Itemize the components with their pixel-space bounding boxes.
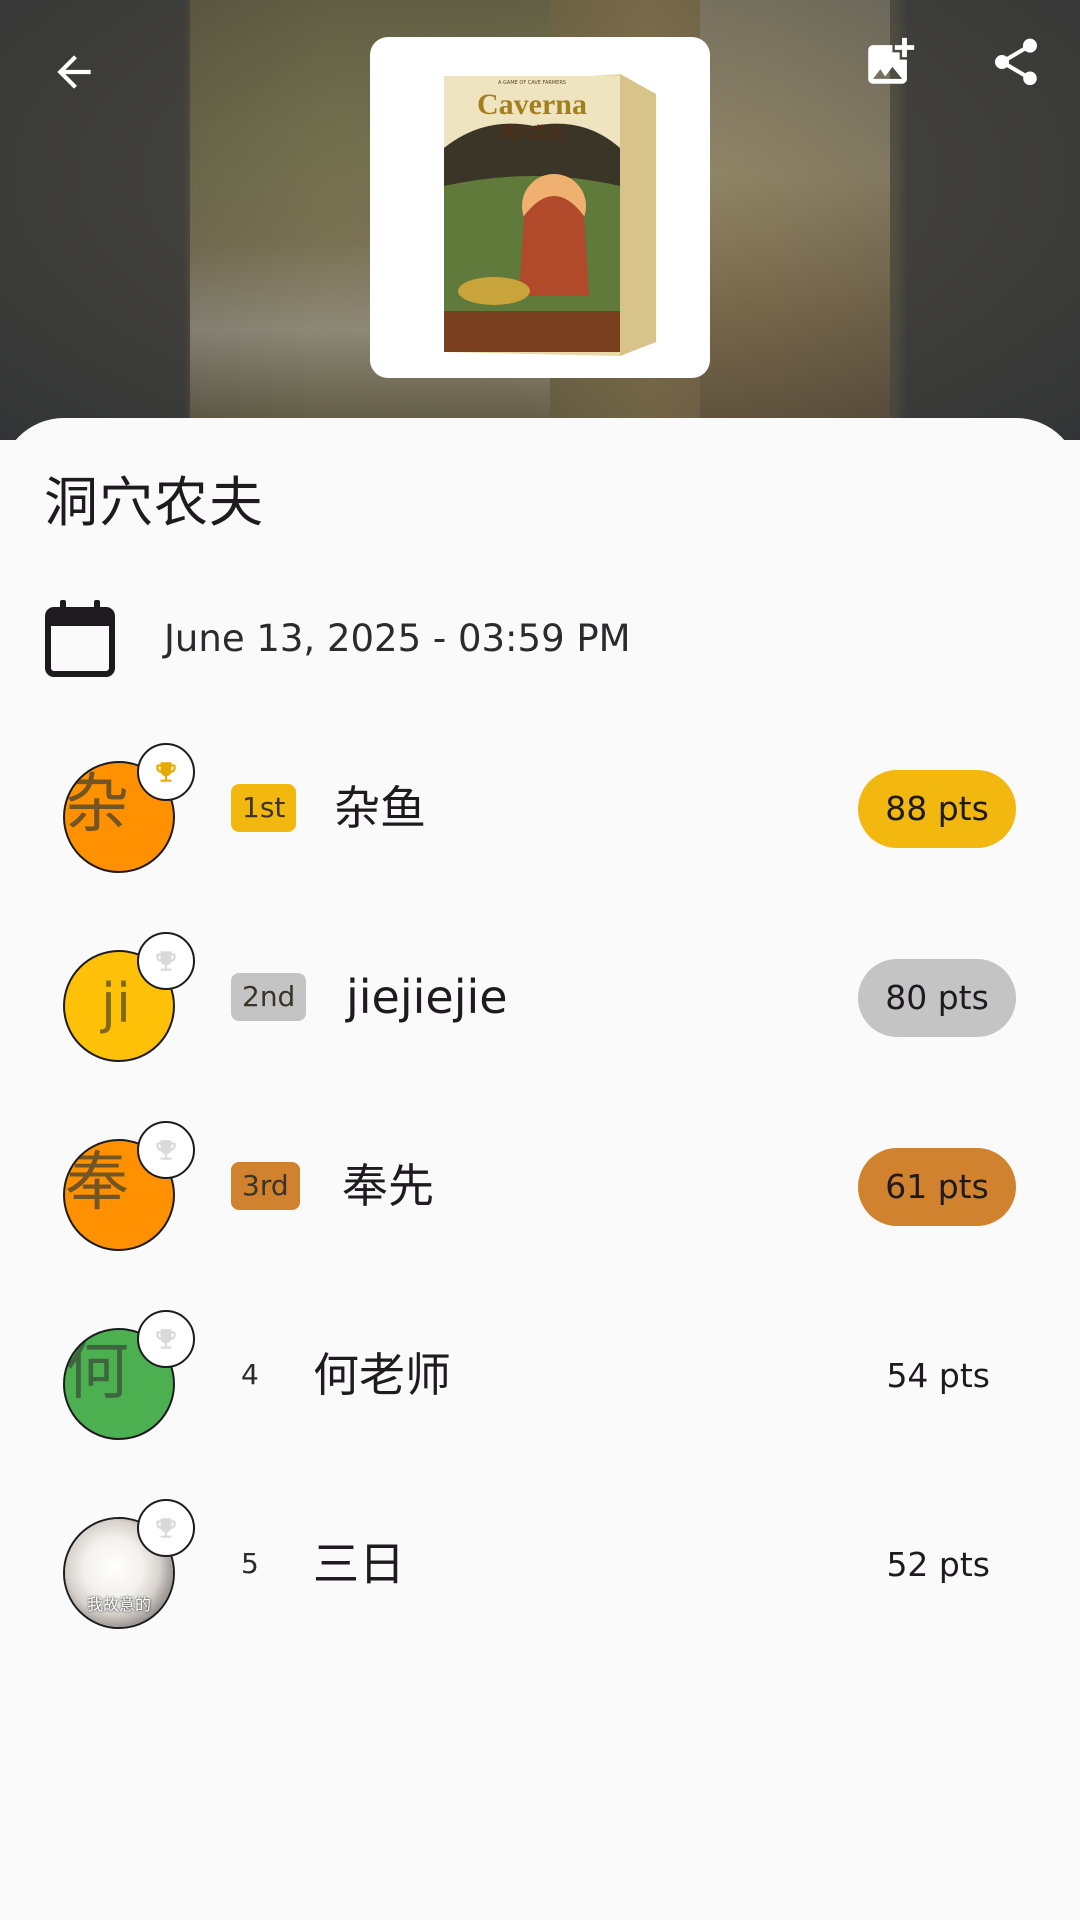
back-button[interactable] (38, 36, 110, 108)
header-banner: Caverna 洞穴農夫 A GAME OF CAVE FARMERS (0, 0, 1080, 440)
player-name: 何老师 (313, 1348, 451, 1402)
avatar-caption: 我故意的 (86, 1595, 151, 1614)
player-name: jiejiejie (346, 970, 508, 1024)
player-name: 奉先 (342, 1159, 434, 1213)
play-date: June 13, 2025 - 03:59 PM (164, 616, 631, 660)
player-row[interactable]: 奉 3rd 奉先 61 pts (0, 1096, 1080, 1285)
player-name: 杂鱼 (334, 781, 426, 835)
trophy-icon (137, 932, 195, 990)
player-row[interactable]: 杂 1st 杂鱼 88 pts (0, 718, 1080, 907)
game-title: 洞穴农夫 (44, 471, 264, 534)
player-name: 三日 (313, 1537, 405, 1591)
game-box-art: Caverna 洞穴農夫 A GAME OF CAVE FARMERS (444, 73, 656, 356)
trophy-icon (137, 1121, 195, 1179)
trophy-icon (137, 1310, 195, 1368)
rank-number: 4 (241, 1358, 259, 1391)
trophy-icon (137, 1499, 195, 1557)
score-text: 54 pts (886, 1356, 990, 1395)
score-text: 52 pts (886, 1545, 990, 1584)
trophy-icon (137, 743, 195, 801)
cover-tagline-text: A GAME OF CAVE FARMERS (498, 80, 566, 86)
game-detail-sheet: 洞穴农夫 June 13, 2025 - 03:59 PM 杂 1st 杂鱼 8… (0, 418, 1080, 1920)
rank-badge: 3rd (231, 1162, 300, 1210)
player-row[interactable]: 我故意的 5 三日 52 pts (0, 1474, 1080, 1663)
avatar-initial: ji (101, 972, 132, 1035)
add-image-button[interactable] (854, 26, 926, 98)
date-row[interactable]: June 13, 2025 - 03:59 PM (44, 598, 631, 678)
player-row[interactable]: ji 2nd jiejiejie 80 pts (0, 907, 1080, 1096)
share-button[interactable] (980, 26, 1052, 98)
cover-subtitle-text: 洞穴農夫 (500, 123, 564, 142)
avatar-initial: 何 (65, 1335, 129, 1409)
game-cover-card[interactable]: Caverna 洞穴農夫 A GAME OF CAVE FARMERS (370, 37, 710, 378)
score-pill: 88 pts (858, 770, 1016, 848)
score-pill: 61 pts (858, 1148, 1016, 1226)
avatar-initial: 奉 (65, 1146, 129, 1220)
rank-badge: 2nd (231, 973, 307, 1021)
avatar-initial: 杂 (65, 768, 129, 842)
arrow-back-icon (57, 55, 91, 89)
calendar-icon (45, 600, 115, 677)
rank-number: 5 (241, 1547, 259, 1580)
add-photo-icon (868, 37, 915, 84)
score-pill: 80 pts (858, 959, 1016, 1037)
player-score-list: 杂 1st 杂鱼 88 pts ji 2nd jiejiejie 80 pts … (0, 718, 1080, 1663)
share-icon (995, 38, 1037, 86)
cover-brand-text: Caverna (477, 88, 587, 121)
player-row[interactable]: 何 4 何老师 54 pts (0, 1285, 1080, 1474)
rank-badge: 1st (231, 784, 297, 832)
